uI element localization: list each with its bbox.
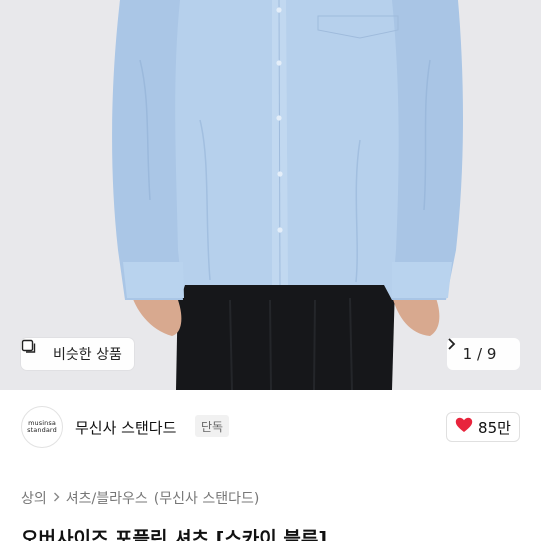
product-image[interactable]: 비슷한 상품 1 / 9	[0, 0, 541, 390]
brand-logo-line2: standard	[27, 426, 57, 434]
pager-total: 9	[486, 345, 497, 363]
exclusive-badge: 단독	[195, 415, 230, 437]
similar-items-icon	[21, 339, 47, 362]
like-count: 85만	[478, 418, 511, 437]
product-title: 오버사이즈 포플린 셔츠 [스카이 블루]	[21, 528, 328, 541]
product-photo	[0, 0, 541, 390]
similar-items-button[interactable]: 비슷한 상품	[21, 338, 134, 370]
breadcrumb: 상의 셔츠/블라우스 (무신사 스탠다드)	[21, 488, 259, 508]
brand-name[interactable]: 무신사 스탠다드	[75, 417, 176, 438]
brand-row: musinsa standard 무신사 스탠다드 단독 85만	[0, 402, 541, 452]
breadcrumb-item-brand[interactable]: (무신사 스탠다드)	[154, 488, 260, 508]
brand-logo[interactable]: musinsa standard	[21, 406, 63, 448]
like-button[interactable]: 85만	[446, 412, 520, 442]
similar-items-label: 비슷한 상품	[53, 347, 122, 363]
pager-separator: /	[476, 345, 483, 363]
breadcrumb-item-top[interactable]: 상의	[21, 488, 47, 508]
chevron-right-icon	[53, 491, 60, 506]
pager-current: 1	[462, 345, 473, 363]
breadcrumb-item-category[interactable]: 셔츠/블라우스	[66, 488, 148, 508]
image-pager[interactable]: 1 / 9	[447, 338, 520, 370]
pager-text: 1 / 9	[463, 345, 497, 363]
heart-icon	[455, 417, 473, 437]
